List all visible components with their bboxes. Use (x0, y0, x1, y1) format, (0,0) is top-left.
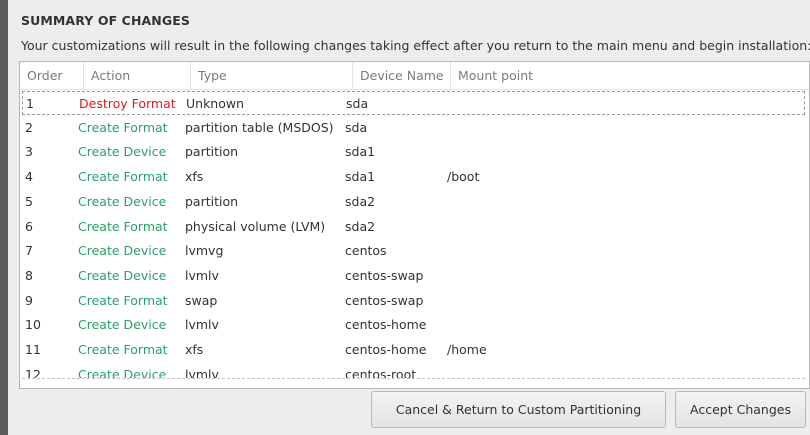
table-row[interactable]: 3 Create Device partition sda1 (22, 140, 805, 164)
column-header-order[interactable]: Order (20, 62, 84, 89)
cell-action: Create Device (78, 243, 167, 258)
cell-type: xfs (185, 342, 204, 357)
cell-action: Create Device (78, 194, 167, 209)
table-row[interactable]: 9 Create Format swap centos-swap (22, 289, 805, 313)
cell-device-name: centos-swap (345, 293, 424, 308)
table-row[interactable]: 2 Create Format partition table (MSDOS) sda (22, 116, 805, 140)
cell-order: 1 (26, 96, 34, 111)
cell-action: Create Device (78, 367, 167, 379)
cell-type: lvmlv (185, 317, 219, 332)
dialog-subtitle: Your customizations will result in the f… (21, 38, 810, 53)
table-row[interactable]: 12 Create Device lvmlv centos-root (22, 363, 805, 379)
summary-of-changes-dialog: SUMMARY OF CHANGES Your customizations w… (8, 0, 810, 435)
cell-order: 7 (25, 243, 33, 258)
cell-action: Create Format (78, 293, 168, 308)
cell-mount-point: /boot (447, 169, 480, 184)
cell-type: xfs (185, 169, 204, 184)
cell-device-name: sda1 (345, 169, 376, 184)
column-header-type[interactable]: Type (191, 62, 353, 89)
cell-type: swap (185, 293, 218, 308)
table-row[interactable]: 5 Create Device partition sda2 (22, 190, 805, 214)
cell-action: Create Format (78, 219, 168, 234)
column-header-device-name[interactable]: Device Name (353, 62, 451, 89)
cell-type: lvmlv (185, 268, 219, 283)
cell-action: Destroy Format (79, 96, 176, 111)
table-header: Order Action Type Device Name Mount poin… (20, 62, 809, 90)
changes-table[interactable]: Order Action Type Device Name Mount poin… (19, 61, 810, 389)
cell-type: Unknown (186, 96, 245, 111)
cell-order: 8 (25, 268, 33, 283)
cell-order: 11 (25, 342, 41, 357)
accept-changes-button[interactable]: Accept Changes (675, 391, 806, 428)
table-row[interactable]: 11 Create Format xfs centos-home/home (22, 338, 805, 362)
table-row[interactable]: 6 Create Format physical volume (LVM) sda2 (22, 215, 805, 239)
cell-device-name: sda2 (345, 194, 376, 209)
cell-mount-point: /home (447, 342, 487, 357)
cell-device-name: centos (345, 243, 387, 258)
window-left-edge (0, 0, 8, 435)
cell-order: 9 (25, 293, 33, 308)
cell-action: Create Format (78, 120, 168, 135)
cell-type: partition (185, 144, 239, 159)
cell-action: Create Device (78, 144, 167, 159)
cell-type: partition table (MSDOS) (185, 120, 334, 135)
cell-device-name: sda (346, 96, 369, 111)
cell-order: 6 (25, 219, 33, 234)
table-row[interactable]: 1 Destroy Format Unknown sda (22, 91, 805, 115)
dialog-title: SUMMARY OF CHANGES (21, 13, 190, 28)
cell-order: 12 (25, 367, 41, 379)
table-row[interactable]: 7 Create Device lvmvg centos (22, 239, 805, 263)
cell-device-name: sda (345, 120, 368, 135)
column-header-action[interactable]: Action (84, 62, 191, 89)
cell-action: Create Device (78, 317, 167, 332)
column-header-mount-point[interactable]: Mount point (451, 62, 809, 89)
cell-action: Create Device (78, 268, 167, 283)
cell-device-name: sda1 (345, 144, 376, 159)
cell-order: 10 (25, 317, 41, 332)
cancel-return-button[interactable]: Cancel & Return to Custom Partitioning (371, 391, 666, 428)
cell-device-name: sda2 (345, 219, 376, 234)
cell-type: partition (185, 194, 239, 209)
cell-device-name: centos-swap (345, 268, 424, 283)
table-row[interactable]: 4 Create Format xfs sda1/boot (22, 165, 805, 189)
cell-order: 4 (25, 169, 33, 184)
cell-device-name: centos-root (345, 367, 417, 379)
cell-type: physical volume (LVM) (185, 219, 326, 234)
cell-type: lvmlv (185, 367, 219, 379)
cell-action: Create Format (78, 169, 168, 184)
cell-order: 5 (25, 194, 33, 209)
cell-order: 2 (25, 120, 33, 135)
table-row[interactable]: 8 Create Device lvmlv centos-swap (22, 264, 805, 288)
table-row[interactable]: 10 Create Device lvmlv centos-home (22, 313, 805, 337)
cell-device-name: centos-home (345, 342, 427, 357)
cell-device-name: centos-home (345, 317, 427, 332)
cell-order: 3 (25, 144, 33, 159)
cell-action: Create Format (78, 342, 168, 357)
cell-type: lvmvg (185, 243, 224, 258)
